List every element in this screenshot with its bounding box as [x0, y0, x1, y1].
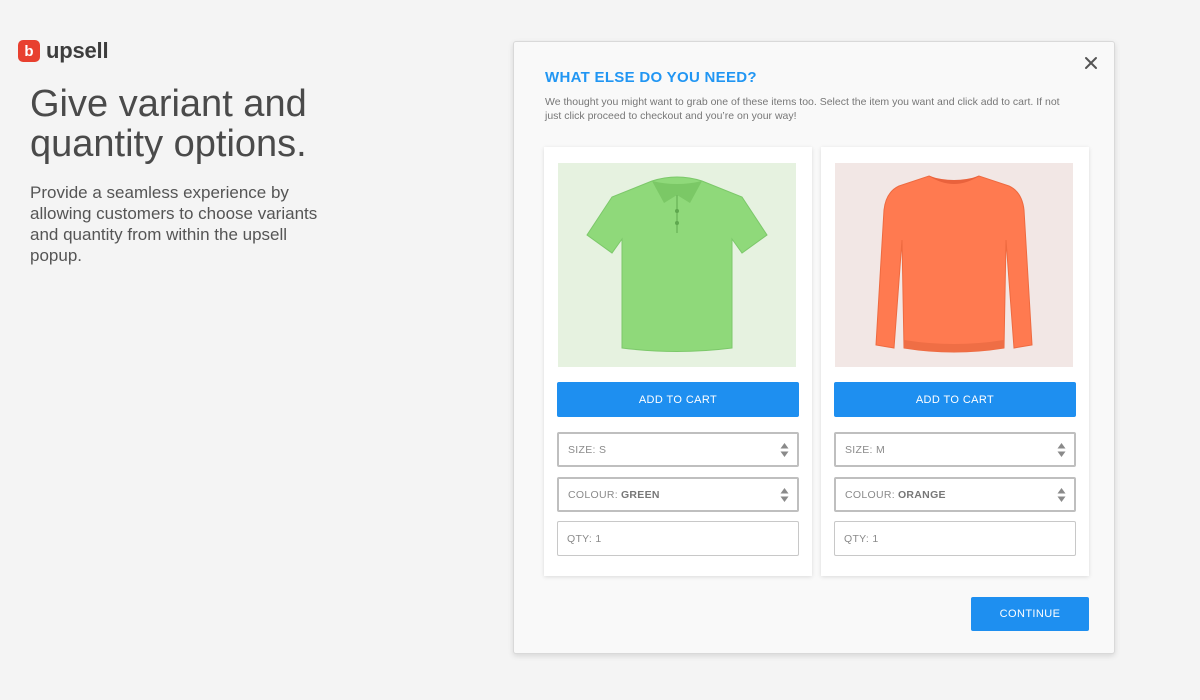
- quantity-placeholder: QTY: 1: [844, 532, 879, 545]
- colour-select[interactable]: COLOUR: ORANGE: [834, 477, 1076, 512]
- orange-sweatshirt-image[interactable]: [835, 163, 1073, 367]
- select-arrows-icon: [1057, 488, 1066, 502]
- upsell-popup: WHAT ELSE DO YOU NEED? We thought you mi…: [513, 41, 1115, 654]
- continue-button[interactable]: CONTINUE: [971, 597, 1089, 631]
- colour-select-label: COLOUR:: [845, 488, 895, 501]
- green-polo-shirt-image[interactable]: [558, 163, 796, 367]
- quantity-input[interactable]: QTY: 1: [834, 521, 1076, 556]
- select-arrows-icon: [1057, 443, 1066, 457]
- size-select[interactable]: SIZE: S: [557, 432, 799, 467]
- brand-logo: b upsell: [18, 38, 109, 64]
- brand-mark-icon: b: [18, 40, 40, 62]
- popup-title: WHAT ELSE DO YOU NEED?: [545, 69, 757, 86]
- close-icon[interactable]: [1082, 54, 1100, 72]
- quantity-placeholder: QTY: 1: [567, 532, 602, 545]
- hero-description: Provide a seamless experience by allowin…: [30, 183, 318, 265]
- hero-title: Give variant and quantity options.: [30, 83, 307, 165]
- add-to-cart-button[interactable]: ADD TO CART: [834, 382, 1076, 417]
- size-select[interactable]: SIZE: M: [834, 432, 1076, 467]
- popup-description: We thought you might want to grab one of…: [545, 96, 1060, 122]
- add-to-cart-button[interactable]: ADD TO CART: [557, 382, 799, 417]
- size-select-value: SIZE: S: [568, 443, 607, 456]
- select-arrows-icon: [780, 443, 789, 457]
- select-arrows-icon: [780, 488, 789, 502]
- size-select-value: SIZE: M: [845, 443, 886, 456]
- colour-select-value: GREEN: [620, 488, 660, 501]
- colour-select[interactable]: COLOUR: GREEN: [557, 477, 799, 512]
- product-card: ADD TO CART SIZE: M COLOUR: ORANGE QTY: …: [821, 147, 1089, 576]
- brand-name: upsell: [46, 38, 109, 63]
- quantity-input[interactable]: QTY: 1: [557, 521, 799, 556]
- colour-select-value: ORANGE: [897, 488, 946, 501]
- colour-select-label: COLOUR:: [568, 488, 618, 501]
- product-card: ADD TO CART SIZE: S COLOUR: GREEN QTY: 1: [544, 147, 812, 576]
